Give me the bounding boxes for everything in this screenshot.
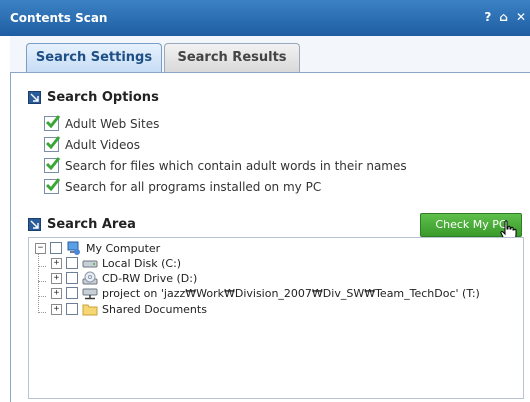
option-label: Adult Web Sites — [65, 116, 160, 131]
title-bar: Contents Scan ? ⌂ ✕ — [0, 0, 530, 36]
close-icon[interactable]: ✕ — [516, 9, 526, 25]
drive-tree: − My Computer + Local Disk (C:) + CD-RW … — [28, 237, 524, 399]
tree-node-shared-documents[interactable]: + Shared Documents — [51, 302, 207, 316]
tree-checkbox[interactable] — [66, 272, 78, 284]
home-icon[interactable]: ⌂ — [499, 9, 508, 25]
tree-node-local-disk[interactable]: + Local Disk (C:) — [51, 256, 181, 270]
checkbox-checked[interactable] — [44, 178, 61, 194]
section-title: Search Options — [47, 90, 159, 105]
tree-label: project on 'jazz₩Work₩Division_2007₩Div_… — [102, 286, 480, 300]
help-icon[interactable]: ? — [484, 9, 491, 25]
option-label: Search for all programs installed on my … — [65, 179, 322, 194]
section-arrow-icon — [28, 218, 41, 231]
checkbox-checked[interactable] — [44, 136, 61, 152]
network-drive-icon — [82, 288, 98, 300]
expand-icon[interactable]: + — [51, 287, 62, 299]
tree-label: Local Disk (C:) — [102, 256, 182, 270]
collapse-icon[interactable]: − — [35, 242, 46, 254]
tree-node-cd-rw-drive[interactable]: + CD-RW Drive (D:) — [51, 271, 197, 285]
tab-search-settings[interactable]: Search Settings — [26, 43, 162, 72]
tree-node-my-computer[interactable]: − My Computer — [35, 241, 160, 255]
checkbox-checked[interactable] — [44, 157, 61, 173]
hard-disk-icon — [82, 260, 98, 268]
section-title: Search Area — [47, 217, 136, 232]
expand-icon[interactable]: + — [51, 257, 62, 269]
option-label: Search for files which contain adult wor… — [65, 158, 407, 173]
option-adult-web-sites[interactable]: Adult Web Sites — [44, 115, 160, 131]
option-adult-words-files[interactable]: Search for files which contain adult wor… — [44, 157, 407, 173]
window-title: Contents Scan — [10, 11, 108, 25]
folder-icon — [82, 304, 98, 316]
search-options-heading: Search Options — [28, 90, 159, 105]
expand-icon[interactable]: + — [51, 303, 62, 315]
search-area-heading: Search Area — [28, 217, 136, 232]
checkbox-checked[interactable] — [44, 115, 61, 131]
option-label: Adult Videos — [65, 137, 140, 152]
panel-border — [10, 72, 11, 402]
tab-search-results[interactable]: Search Results — [164, 43, 300, 72]
tree-checkbox[interactable] — [50, 242, 62, 254]
tab-strip: Search Settings Search Results — [10, 36, 530, 73]
tree-node-network-drive[interactable]: + project on 'jazz₩Work₩Division_2007₩Di… — [51, 286, 480, 300]
option-installed-programs[interactable]: Search for all programs installed on my … — [44, 178, 322, 194]
computer-icon — [67, 241, 80, 255]
tree-checkbox[interactable] — [66, 287, 78, 299]
tree-label: My Computer — [86, 241, 161, 255]
option-adult-videos[interactable]: Adult Videos — [44, 136, 140, 152]
tree-label: CD-RW Drive (D:) — [102, 271, 198, 285]
tree-checkbox[interactable] — [66, 303, 78, 315]
tree-checkbox[interactable] — [66, 257, 78, 269]
tree-label: Shared Documents — [102, 302, 207, 316]
section-arrow-icon — [28, 91, 41, 104]
cd-drive-icon — [82, 271, 98, 285]
expand-icon[interactable]: + — [51, 272, 62, 284]
